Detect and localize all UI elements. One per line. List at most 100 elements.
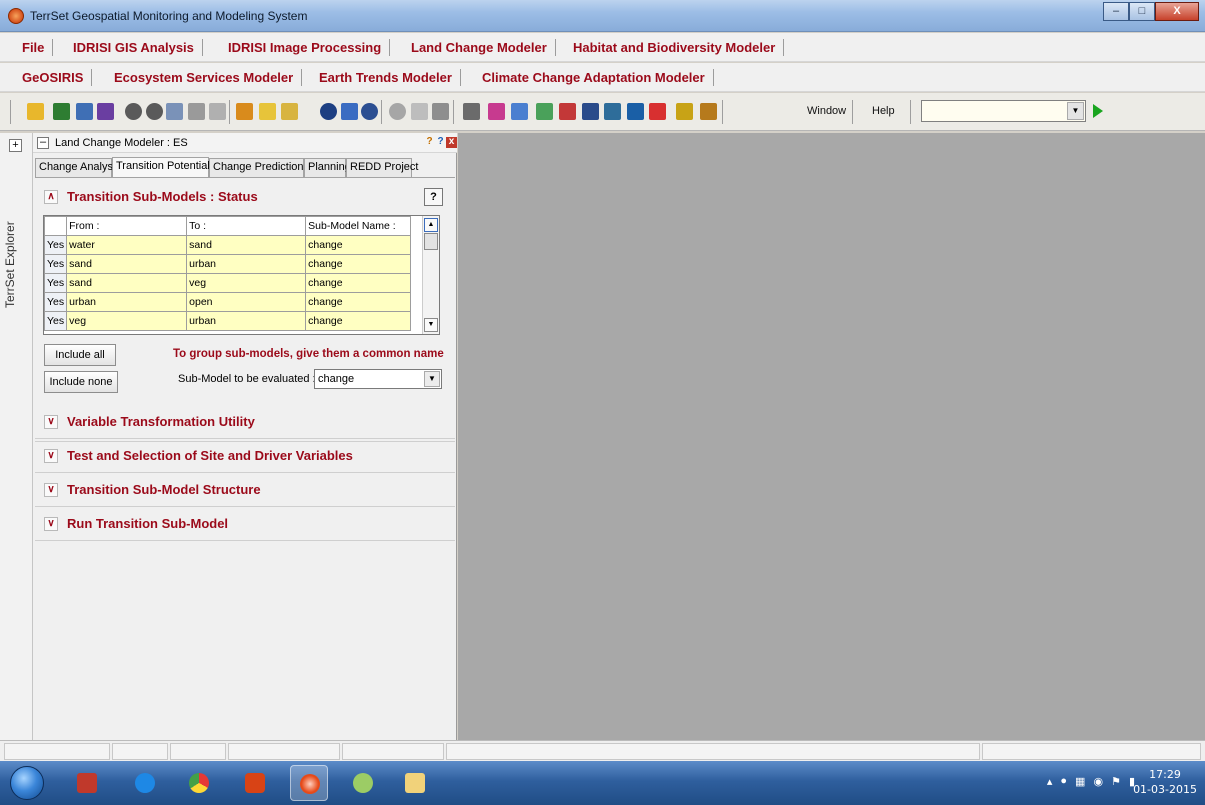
taskbar-app[interactable] bbox=[236, 765, 274, 801]
pan-icon[interactable] bbox=[188, 103, 205, 120]
to-cell[interactable]: urban bbox=[186, 254, 307, 274]
taskbar-app[interactable] bbox=[126, 765, 164, 801]
maximize-button[interactable]: □ bbox=[1129, 2, 1155, 21]
chevron-down-icon[interactable]: ▼ bbox=[1067, 102, 1084, 120]
terrain-icon[interactable] bbox=[536, 103, 553, 120]
tab-change-analysis[interactable]: Change Analysis bbox=[35, 158, 121, 177]
table-row[interactable]: Yes water sand change bbox=[43, 235, 412, 255]
submodel-name-cell[interactable]: change bbox=[305, 311, 412, 331]
scroll-up-icon[interactable]: ▲ bbox=[424, 218, 438, 232]
menu-idrisi-image-processing[interactable]: IDRISI Image Processing bbox=[220, 39, 391, 56]
grid-scrollbar[interactable]: ▲ ▼ bbox=[422, 216, 439, 334]
command-combo[interactable]: ▼ bbox=[921, 100, 1086, 122]
tray-icon[interactable]: ● bbox=[1060, 775, 1067, 788]
crosshair-icon[interactable] bbox=[389, 103, 406, 120]
submodel-name-cell[interactable]: change bbox=[305, 292, 412, 312]
tray-icon[interactable]: ▦ bbox=[1075, 775, 1085, 788]
histogram-icon[interactable] bbox=[488, 103, 505, 120]
tab-planning[interactable]: Planning bbox=[304, 158, 351, 177]
chevron-down-icon[interactable]: ▼ bbox=[424, 371, 440, 387]
section-title[interactable]: Transition Sub-Model Structure bbox=[67, 482, 261, 497]
legend-icon[interactable] bbox=[627, 103, 644, 120]
section-title[interactable]: Test and Selection of Site and Driver Va… bbox=[67, 448, 353, 463]
info-icon[interactable] bbox=[320, 103, 337, 120]
map-workspace[interactable] bbox=[458, 133, 1205, 740]
include-cell[interactable]: Yes bbox=[43, 273, 68, 293]
status-help-button[interactable]: ? bbox=[424, 188, 443, 206]
chevron-up-icon[interactable]: ∧ bbox=[44, 190, 58, 204]
table-row[interactable]: Yes sand veg change bbox=[43, 273, 412, 293]
taskbar-app[interactable] bbox=[344, 765, 382, 801]
status-section-title[interactable]: Transition Sub-Models : Status bbox=[67, 189, 258, 204]
taskbar-app[interactable] bbox=[180, 765, 218, 801]
digitize-icon[interactable] bbox=[236, 103, 253, 120]
include-cell[interactable]: Yes bbox=[43, 311, 68, 331]
help-icon[interactable]: ? bbox=[424, 137, 435, 148]
scroll-down-icon[interactable]: ▼ bbox=[424, 318, 438, 332]
surface-icon[interactable] bbox=[511, 103, 528, 120]
close-panel-icon[interactable]: x bbox=[446, 137, 457, 148]
table-icon[interactable] bbox=[582, 103, 599, 120]
section-title[interactable]: Variable Transformation Utility bbox=[67, 414, 255, 429]
include-cell[interactable]: Yes bbox=[43, 292, 68, 312]
table-row[interactable]: Yes veg urban change bbox=[43, 311, 412, 331]
to-cell[interactable]: open bbox=[186, 292, 307, 312]
zoom-out-icon[interactable] bbox=[146, 103, 163, 120]
feature-properties-icon[interactable] bbox=[259, 103, 276, 120]
menu-earth-trends-modeler[interactable]: Earth Trends Modeler bbox=[311, 69, 461, 86]
chevron-down-icon[interactable]: ∨ bbox=[44, 415, 58, 429]
menu-climate-change-adaptation-modeler[interactable]: Climate Change Adaptation Modeler bbox=[474, 69, 714, 86]
macro-icon[interactable] bbox=[676, 103, 693, 120]
from-cell[interactable]: urban bbox=[66, 292, 188, 312]
window-menu[interactable]: Window bbox=[807, 105, 846, 117]
measure-icon[interactable] bbox=[341, 103, 358, 120]
chevron-down-icon[interactable]: ∨ bbox=[44, 449, 58, 463]
start-button[interactable] bbox=[10, 766, 44, 800]
scissors-icon[interactable] bbox=[411, 103, 428, 120]
tab-change-prediction[interactable]: Change Prediction bbox=[209, 158, 304, 177]
scroll-thumb[interactable] bbox=[424, 233, 438, 250]
terrset-app-icon[interactable] bbox=[8, 8, 24, 24]
menu-file[interactable]: File bbox=[14, 39, 54, 56]
context-help-icon[interactable]: ? bbox=[435, 137, 446, 148]
from-cell[interactable]: water bbox=[66, 235, 188, 255]
to-cell[interactable]: urban bbox=[186, 311, 307, 331]
filter-icon[interactable] bbox=[432, 103, 449, 120]
table-row[interactable]: Yes urban open change bbox=[43, 292, 412, 312]
tab-transition-potentials[interactable]: Transition Potentials bbox=[112, 157, 215, 178]
menu-ecosystem-services-modeler[interactable]: Ecosystem Services Modeler bbox=[106, 69, 303, 86]
to-cell[interactable]: veg bbox=[186, 273, 307, 293]
layer-properties-icon[interactable] bbox=[97, 103, 114, 120]
section-test-selection-variables[interactable]: ∨ Test and Selection of Site and Driver … bbox=[35, 439, 455, 473]
menu-habitat-biodiversity-modeler[interactable]: Habitat and Biodiversity Modeler bbox=[565, 39, 785, 56]
section-title[interactable]: Run Transition Sub-Model bbox=[67, 516, 228, 531]
collapse-panel-button[interactable]: – bbox=[37, 137, 49, 149]
cursor-inquiry-icon[interactable] bbox=[281, 103, 298, 120]
menu-idrisi-gis-analysis[interactable]: IDRISI GIS Analysis bbox=[65, 39, 203, 56]
taskbar-app[interactable] bbox=[68, 765, 106, 801]
menu-geosiris[interactable]: GeOSIRIS bbox=[14, 69, 93, 86]
include-all-button[interactable]: Include all bbox=[44, 344, 116, 366]
show-hidden-icons[interactable]: ▴ bbox=[1047, 775, 1053, 788]
flag-icon[interactable]: ⚑ bbox=[1111, 775, 1121, 788]
run-command-icon[interactable] bbox=[1093, 104, 1103, 118]
composer-icon[interactable] bbox=[76, 103, 93, 120]
table-row[interactable]: Yes sand urban change bbox=[43, 254, 412, 274]
open-display-icon[interactable] bbox=[27, 103, 44, 120]
from-cell[interactable]: sand bbox=[66, 254, 188, 274]
section-variable-transformation[interactable]: ∨ Variable Transformation Utility bbox=[35, 405, 455, 439]
submodel-name-cell[interactable]: change bbox=[305, 235, 412, 255]
taskbar-app-terrset[interactable] bbox=[290, 765, 328, 801]
section-run-submodel[interactable]: ∨ Run Transition Sub-Model bbox=[35, 507, 455, 541]
restore-window-icon[interactable] bbox=[209, 103, 226, 120]
submodel-name-cell[interactable]: change bbox=[305, 273, 412, 293]
from-cell[interactable]: veg bbox=[66, 311, 188, 331]
export-icon[interactable] bbox=[559, 103, 576, 120]
to-cell[interactable]: sand bbox=[186, 235, 307, 255]
from-cell[interactable]: sand bbox=[66, 273, 188, 293]
help-menu[interactable]: Help bbox=[872, 105, 895, 117]
close-button[interactable]: X bbox=[1155, 2, 1199, 21]
tray-icon[interactable]: ◉ bbox=[1093, 775, 1103, 788]
section-submodel-structure[interactable]: ∨ Transition Sub-Model Structure bbox=[35, 473, 455, 507]
display-launcher-icon[interactable] bbox=[53, 103, 70, 120]
